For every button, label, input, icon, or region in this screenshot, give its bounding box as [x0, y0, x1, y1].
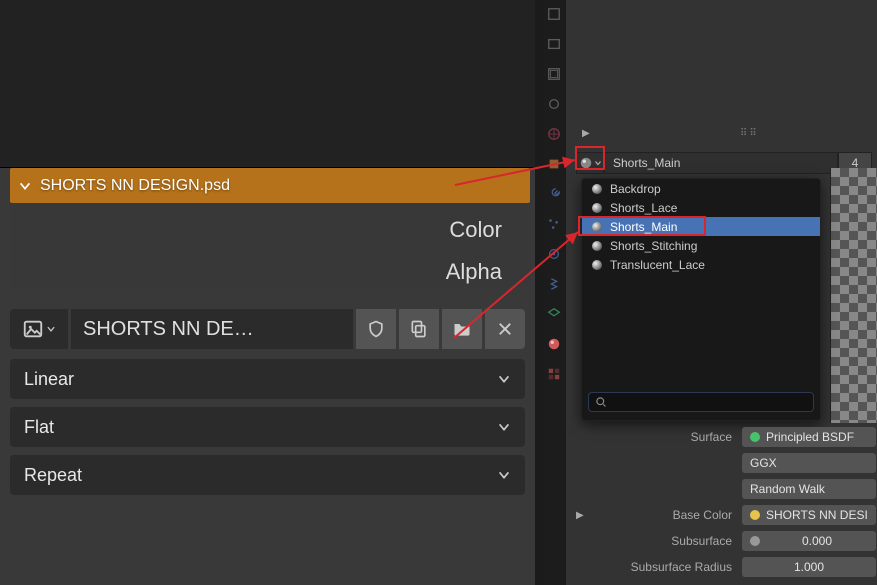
- image-name-field[interactable]: SHORTS NN DE…: [71, 309, 353, 349]
- duplicate-button[interactable]: [399, 309, 439, 349]
- chevron-down-icon: [497, 372, 511, 386]
- subsurface-value[interactable]: 0.000: [742, 531, 876, 551]
- tab-constraints-icon[interactable]: [546, 276, 562, 292]
- disclosure-triangle[interactable]: ▶: [576, 510, 586, 521]
- prop-label-subsurfaceradius: Subsurface Radius: [592, 560, 736, 574]
- material-search-row: [588, 392, 814, 412]
- node-socket-icon: [750, 510, 760, 520]
- image-browse-button[interactable]: [10, 309, 68, 349]
- node-socket-icon: [750, 432, 760, 442]
- panel-header-title: SHORTS NN DESIGN.psd: [40, 177, 230, 195]
- tab-particles-icon[interactable]: [546, 216, 562, 232]
- tab-render-icon[interactable]: [546, 6, 562, 22]
- dropdown-label: Flat: [24, 417, 54, 438]
- prop-label-surface: Surface: [592, 430, 736, 444]
- tab-data-icon[interactable]: [546, 306, 562, 322]
- image-icon: [22, 318, 44, 340]
- node-outputs: Color Alpha: [10, 203, 530, 287]
- tab-object-icon[interactable]: [546, 156, 562, 172]
- close-icon: [496, 320, 514, 338]
- header-spacer: [0, 0, 535, 168]
- tab-texture-icon[interactable]: [546, 366, 562, 382]
- tab-scene-icon[interactable]: [546, 96, 562, 112]
- chevron-down-icon: [497, 420, 511, 434]
- tab-modifiers-icon[interactable]: [546, 186, 562, 202]
- properties-tab-strip: [543, 0, 565, 585]
- material-sphere-icon: [592, 222, 602, 232]
- grip-dots-icon[interactable]: ⠿⠿: [740, 128, 759, 139]
- surface-shader-dropdown[interactable]: Principled BSDF: [742, 427, 876, 447]
- material-name-field[interactable]: Shorts_Main: [604, 152, 838, 174]
- interpolation-dropdown[interactable]: Linear: [10, 359, 525, 399]
- chevron-down-icon: [18, 179, 32, 193]
- material-sphere-icon: [579, 156, 593, 170]
- node-properties-panel: SHORTS NN DESIGN.psd Color Alpha SHORTS …: [0, 0, 535, 585]
- distribution-dropdown[interactable]: GGX: [742, 453, 876, 473]
- extension-dropdown[interactable]: Repeat: [10, 455, 525, 495]
- output-socket-color: Color: [10, 203, 530, 245]
- search-icon: [595, 396, 607, 408]
- material-list-item[interactable]: Shorts_Stitching: [582, 236, 820, 255]
- subsurface-radius-value[interactable]: 1.000: [742, 557, 876, 577]
- material-browse-popup: Backdrop Shorts_Lace Shorts_Main Shorts_…: [581, 178, 821, 421]
- open-image-button[interactable]: [442, 309, 482, 349]
- material-datablock-row: Shorts_Main 4: [576, 152, 872, 174]
- material-preview-checker: [830, 168, 877, 423]
- prop-label-subsurface: Subsurface: [592, 534, 736, 548]
- copy-icon: [409, 319, 429, 339]
- prop-label-basecolor: Base Color: [592, 508, 736, 522]
- output-socket-alpha: Alpha: [10, 245, 530, 287]
- tab-physics-icon[interactable]: [546, 246, 562, 262]
- panel-header-image-texture[interactable]: SHORTS NN DESIGN.psd: [10, 168, 530, 203]
- basecolor-linked-field[interactable]: SHORTS NN DESIGN.psd: [742, 505, 876, 525]
- material-sphere-icon: [592, 241, 602, 251]
- projection-dropdown[interactable]: Flat: [10, 407, 525, 447]
- tab-viewlayer-icon[interactable]: [546, 66, 562, 82]
- fake-user-button[interactable]: [356, 309, 396, 349]
- material-sphere-icon: [592, 203, 602, 213]
- unlink-button[interactable]: [485, 309, 525, 349]
- material-browse-button[interactable]: [576, 152, 604, 174]
- material-list-item[interactable]: Translucent_Lace: [582, 255, 820, 274]
- node-socket-icon: [750, 536, 760, 546]
- chevron-down-icon: [497, 468, 511, 482]
- shield-icon: [366, 319, 386, 339]
- folder-icon: [452, 319, 472, 339]
- material-sphere-icon: [592, 184, 602, 194]
- tab-output-icon[interactable]: [546, 36, 562, 52]
- dropdown-label: Linear: [24, 369, 74, 390]
- material-list-item[interactable]: Backdrop: [582, 179, 820, 198]
- sss-method-dropdown[interactable]: Random Walk: [742, 479, 876, 499]
- chevron-down-icon: [46, 324, 56, 334]
- surface-panel: Surface Principled BSDF GGX Random Walk …: [576, 424, 877, 580]
- tab-material-icon[interactable]: [546, 336, 562, 352]
- material-list-item[interactable]: Shorts_Lace: [582, 198, 820, 217]
- disclosure-triangle[interactable]: ▶: [582, 128, 590, 139]
- material-sphere-icon: [592, 260, 602, 270]
- image-datablock-row: SHORTS NN DE…: [10, 309, 525, 349]
- chevron-down-icon: [594, 159, 602, 167]
- material-list-item-selected[interactable]: Shorts_Main: [582, 217, 820, 236]
- dropdown-label: Repeat: [24, 465, 82, 486]
- tab-world-icon[interactable]: [546, 126, 562, 142]
- material-search-input[interactable]: [613, 395, 807, 409]
